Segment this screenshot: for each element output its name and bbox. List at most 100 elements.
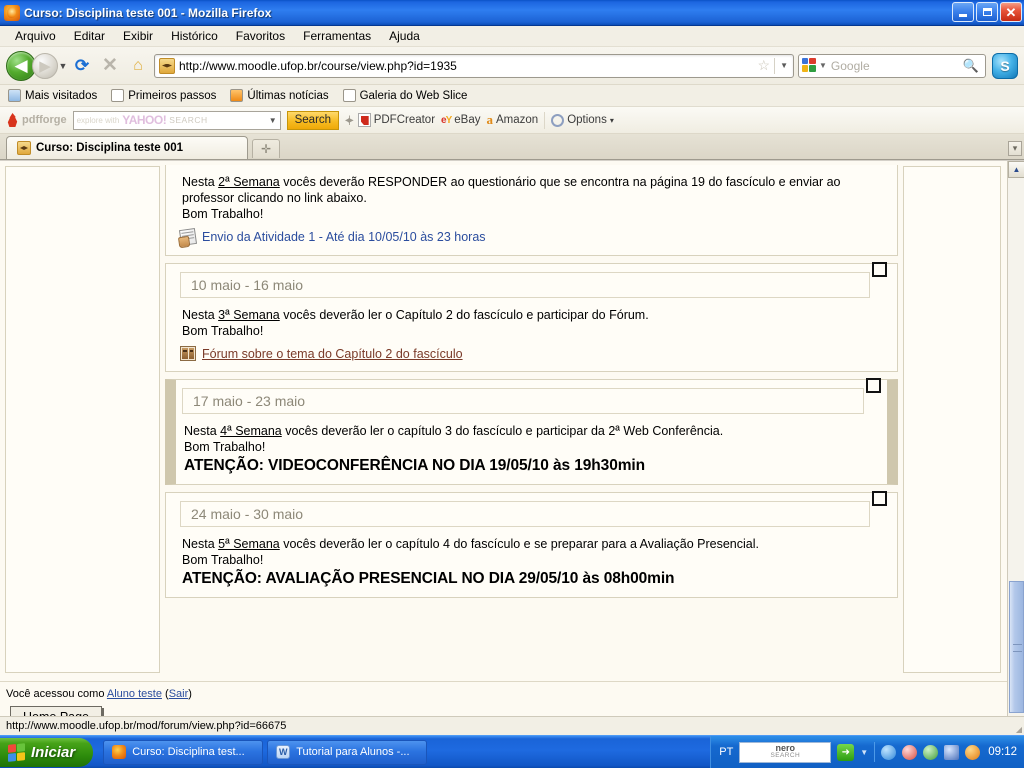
language-indicator[interactable]: PT [719,746,733,758]
stop-icon[interactable]: ✕ [96,54,124,77]
chevron-down-icon[interactable]: ▼ [58,61,68,71]
activity-link-row[interactable]: Fórum sobre o tema do Capítulo 2 do fasc… [180,346,887,361]
logout-close: ) [188,688,192,700]
scroll-thumb[interactable] [1009,581,1024,713]
week-line-1: Nesta 5ª Semana vocês deverão ler o capí… [182,537,759,551]
week-section-24-30-maio: 24 maio - 30 maio Nesta 5ª Semana vocês … [165,491,898,598]
toolbar-item-amazon[interactable]: a Amazon [487,112,539,128]
chevron-down-icon[interactable]: ▼ [269,116,277,125]
week-notice: ATENÇÃO: VIDEOCONFERÊNCIA NO DIA 19/05/1… [184,457,645,474]
toolbar-item-ebay[interactable]: eY eBay [441,114,480,126]
skype-icon[interactable] [992,52,1018,79]
window-controls: ✕ [952,2,1022,22]
chevron-down-icon[interactable]: ▼ [819,61,827,70]
week-checkbox[interactable] [872,262,887,277]
update-icon[interactable] [965,744,981,760]
network-icon[interactable] [944,744,960,760]
right-block-column [903,166,1001,673]
new-tab-icon[interactable]: ✛ [252,139,280,158]
firefox-icon [112,745,127,759]
ebay-icon: eY [441,114,452,126]
activity-link-row[interactable]: Envio da Atividade 1 - Até dia 10/05/10 … [178,227,887,247]
vertical-scrollbar[interactable]: ▲ ▼ [1007,161,1024,735]
week-date-range: 17 maio - 23 maio [182,388,864,414]
taskbar-item-word[interactable]: Tutorial para Alunos -... [267,739,428,765]
logout-link[interactable]: Sair [169,688,189,700]
go-arrow-icon[interactable]: ➜ [837,743,855,761]
menu-historico[interactable]: Histórico [162,28,227,44]
taskbar: Iniciar Curso: Disciplina test... Tutori… [0,735,1024,768]
close-button[interactable]: ✕ [1000,2,1022,22]
reload-icon[interactable]: ⟳ [68,56,96,76]
sync-icon[interactable] [923,744,939,760]
resize-grip-icon[interactable]: ◢ [1016,725,1022,734]
minimize-button[interactable] [952,2,974,22]
nero-search-box[interactable]: nero SEARCH [739,741,832,763]
assignment-icon [178,227,198,247]
bookmark-primeiros-passos[interactable]: Primeiros passos [111,89,216,102]
week-line-1: Nesta 2ª Semana vocês deverão RESPONDER … [182,175,841,189]
taskbar-item-firefox[interactable]: Curso: Disciplina test... [103,739,264,765]
yahoo-search-input[interactable]: explore with YAHOO! SEARCH ▼ [72,110,281,130]
forward-arrow-icon[interactable]: ▶ [32,52,58,79]
week-description: Nesta 4ª Semana vocês deverão ler o capí… [182,414,881,474]
list-all-tabs-icon[interactable]: ▾ [1008,141,1022,156]
restore-button[interactable] [976,2,998,22]
week-checkbox[interactable] [872,491,887,506]
left-block-column [5,166,160,673]
search-input[interactable]: Google [831,59,963,73]
bookmark-label: Primeiros passos [128,89,217,102]
toolbar-item-label: Amazon [496,114,539,126]
yahoo-search-label: SEARCH [169,115,208,125]
pdfforge-toolbar: pdfforge explore with YAHOO! SEARCH ▼ Se… [0,107,1024,134]
toolbar-item-options[interactable]: Options ▾ [551,113,614,127]
bookmark-ultimas-noticias[interactable]: Últimas notícias [230,89,329,102]
tab-curso-disciplina-teste-001[interactable]: Curso: Disciplina teste 001 [6,136,248,159]
week-date-range: 24 maio - 30 maio [180,501,870,527]
yahoo-search-button[interactable]: Search [286,110,340,130]
chevron-down-icon[interactable]: ▼ [860,748,868,757]
chevron-down-icon[interactable]: ▼ [775,61,793,70]
antivirus-icon[interactable] [902,744,918,760]
menu-favoritos[interactable]: Favoritos [227,28,294,44]
profile-link[interactable]: Aluno teste [107,688,162,700]
activity-link[interactable]: Fórum sobre o tema do Capítulo 2 do fasc… [202,347,463,361]
start-button[interactable]: Iniciar [0,737,94,767]
menu-exibir[interactable]: Exibir [114,28,162,44]
taskbar-item-label: Tutorial para Alunos -... [296,746,410,758]
start-label: Iniciar [31,743,76,761]
firefox-icon [4,4,20,21]
menu-arquivo[interactable]: Arquivo [6,28,65,44]
week-checkbox[interactable] [866,378,881,393]
search-icon[interactable]: 🔍 [963,58,982,74]
scroll-up-icon[interactable]: ▲ [1008,161,1024,178]
toolbar-item-label: Options [567,114,607,126]
menu-editar[interactable]: Editar [65,28,114,44]
url-text[interactable]: http://www.moodle.ufop.br/course/view.ph… [179,59,754,73]
week-line-2: Bom Trabalho! [184,440,266,454]
activity-link[interactable]: Envio da Atividade 1 - Até dia 10/05/10 … [202,230,486,244]
back-icon[interactable] [881,744,897,760]
toolbar-grip[interactable]: ◂|▸ [345,115,354,126]
yahoo-explore-label: explore with [76,115,120,125]
menu-ferramentas[interactable]: Ferramentas [294,28,380,44]
task-list: Curso: Disciplina test... Tutorial para … [103,739,428,765]
bookmark-mais-visitados[interactable]: Mais visitados [8,89,97,102]
search-bar[interactable]: ▼ Google 🔍 [798,53,986,78]
bookmark-galeria-web-slice[interactable]: Galeria do Web Slice [342,89,467,102]
divider [874,742,876,762]
menu-ajuda[interactable]: Ajuda [380,28,429,44]
system-tray: PT nero SEARCH ➜ ▼ 09:12 [710,735,1024,768]
home-icon[interactable]: ⌂ [124,57,152,75]
google-icon [802,58,817,73]
clock[interactable]: 09:12 [988,746,1017,758]
toolbar-item-pdfcreator[interactable]: PDFCreator [357,113,436,127]
toolbar-item-label: PDFCreator [373,114,436,126]
nero-search-label: SEARCH [770,752,801,759]
address-bar[interactable]: http://www.moodle.ufop.br/course/view.ph… [154,53,794,78]
amazon-icon: a [486,112,494,127]
star-icon[interactable]: ☆ [754,57,775,74]
moodle-course-page: Nesta 2ª Semana vocês deverão RESPONDER … [0,161,1007,735]
tab-bar: Curso: Disciplina teste 001 ✛ ▾ [0,134,1024,160]
pdfforge-brand[interactable]: pdfforge [6,113,67,127]
